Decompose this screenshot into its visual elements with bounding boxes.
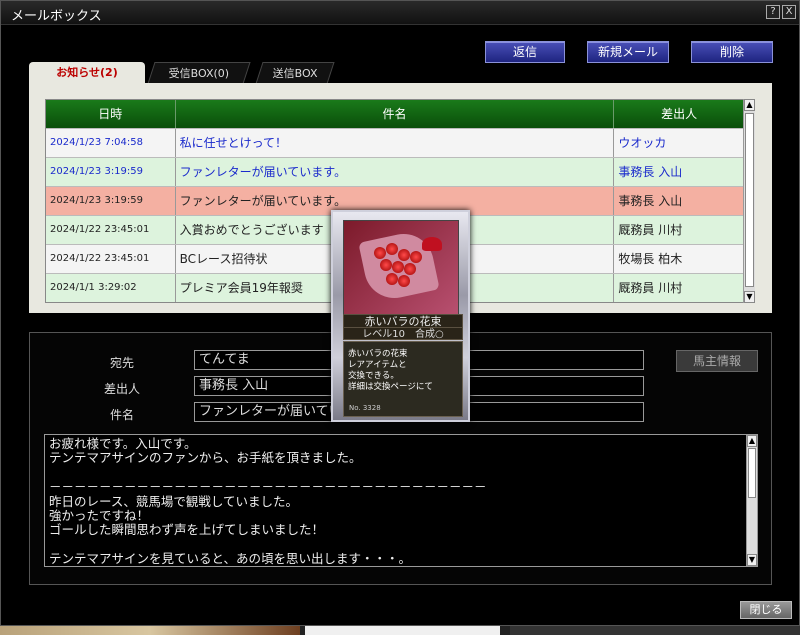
background-strip	[0, 626, 800, 635]
item-desc-line: レアアイテムと	[348, 360, 407, 370]
body-line: －－－－－－－－－－－－－－－－－－－－－－－－－－－－－－－－－－－	[49, 479, 487, 495]
table-header: 日時 件名 差出人	[46, 100, 744, 128]
body-line: 昨日のレース、競馬場で観戦していました。	[49, 493, 299, 509]
scroll-up-icon[interactable]: ▲	[747, 435, 757, 447]
title-bar: メールボックス ? X	[1, 1, 799, 25]
mail-list-scrollbar[interactable]: ▲ ▼	[743, 99, 755, 303]
mail-body-scrollbar[interactable]: ▲ ▼	[746, 435, 757, 566]
tab-outbox[interactable]: 送信BOX	[255, 62, 335, 84]
row-date: 2024/1/23 7:04:58	[46, 129, 176, 157]
close-button[interactable]: 閉じる	[740, 601, 792, 619]
item-name: 赤いバラの花束	[343, 314, 463, 328]
from-label: 差出人	[103, 382, 140, 396]
window-title: メールボックス	[11, 9, 102, 24]
row-from: 事務長 入山	[614, 158, 744, 186]
table-row[interactable]: 2024/1/23 3:19:59 ファンレターが届いています。 事務長 入山	[46, 157, 744, 186]
scroll-down-icon[interactable]: ▼	[747, 554, 757, 566]
tab-notices-label: お知らせ(2)	[56, 66, 118, 79]
delete-button[interactable]: 削除	[691, 41, 773, 63]
reply-button[interactable]: 返信	[485, 41, 565, 63]
mailbox-window: メールボックス ? X 返信 新規メール 削除 お知らせ(2) 受信BOX(0)…	[0, 0, 800, 626]
column-header-subject[interactable]: 件名	[176, 100, 615, 128]
window-close-button[interactable]: X	[782, 5, 796, 19]
row-from: 厩務員 川村	[614, 274, 744, 302]
scroll-down-icon[interactable]: ▼	[744, 291, 755, 303]
row-subject: 私に任せとけって！	[176, 129, 615, 157]
table-row[interactable]: 2024/1/23 7:04:58 私に任せとけって！ ウオッカ	[46, 128, 744, 157]
column-header-from[interactable]: 差出人	[614, 100, 744, 128]
item-number: No. 3328	[349, 404, 381, 412]
scroll-up-icon[interactable]: ▲	[744, 99, 755, 111]
row-from: 事務長 入山	[614, 187, 744, 215]
item-level: レベル10 合成○	[343, 327, 463, 340]
row-date: 2024/1/1 3:29:02	[46, 274, 176, 302]
row-from: 牧場長 柏木	[614, 245, 744, 273]
item-desc-line: 詳細は交換ページにて	[348, 382, 433, 392]
tab-outbox-label: 送信BOX	[272, 67, 318, 80]
body-line	[49, 466, 753, 480]
ribbon-icon	[422, 237, 442, 251]
to-label: 宛先	[109, 356, 134, 370]
row-from: ウオッカ	[614, 129, 744, 157]
row-subject: ファンレターが届いています。	[176, 158, 615, 186]
column-header-date[interactable]: 日時	[46, 100, 176, 128]
body-line: 強かったですね！	[49, 507, 150, 523]
row-date: 2024/1/22 23:45:01	[46, 245, 176, 273]
body-line: ゴールした瞬間思わず声を上げてしまいました！	[49, 522, 325, 538]
row-date: 2024/1/22 23:45:01	[46, 216, 176, 244]
tab-notices[interactable]: お知らせ(2)	[29, 62, 145, 84]
help-button[interactable]: ?	[766, 5, 780, 19]
body-line	[49, 538, 753, 552]
mail-body[interactable]: お疲れ様です。入山です。 テンテマアサインのファンから、お手紙を頂きました。 －…	[44, 434, 758, 567]
body-line: テンテマアサインを見ていると、あの頃を思い出します・・・。	[49, 551, 412, 567]
body-line: テンテマアサインのファンから、お手紙を頂きました。	[49, 450, 362, 466]
tab-inbox[interactable]: 受信BOX(0)	[147, 62, 251, 84]
row-date: 2024/1/23 3:19:59	[46, 187, 176, 215]
row-from: 厩務員 川村	[614, 216, 744, 244]
owner-info-button[interactable]: 馬主情報	[676, 350, 758, 372]
scroll-thumb[interactable]	[745, 113, 754, 287]
row-date: 2024/1/23 3:19:59	[46, 158, 176, 186]
item-tooltip: 赤いバラの花束 レベル10 合成○ 赤いバラの花束 レアアイテムと 交換できる。…	[331, 210, 470, 422]
tab-inbox-label: 受信BOX(0)	[168, 67, 229, 80]
red-rose-bouquet-icon	[343, 220, 459, 316]
body-line: お疲れ様です。入山です。	[49, 436, 197, 451]
subject-label: 件名	[109, 408, 134, 422]
new-mail-button[interactable]: 新規メール	[587, 41, 669, 63]
scroll-thumb[interactable]	[748, 448, 756, 498]
item-desc-line: 交換できる。	[348, 371, 399, 381]
item-desc-line: 赤いバラの花束	[348, 349, 408, 359]
